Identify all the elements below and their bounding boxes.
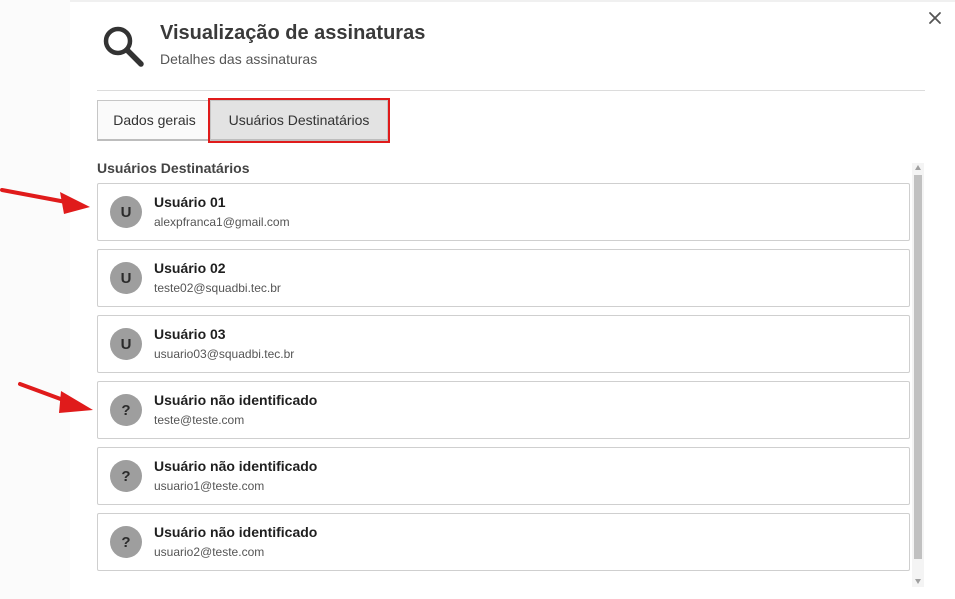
avatar: ? <box>110 394 142 426</box>
recipient-card[interactable]: ? Usuário não identificado usuario2@test… <box>97 513 910 571</box>
recipient-email: teste02@squadbi.tec.br <box>154 281 281 295</box>
avatar: U <box>110 328 142 360</box>
recipient-name: Usuário 01 <box>154 194 226 210</box>
recipient-card[interactable]: ? Usuário não identificado usuario1@test… <box>97 447 910 505</box>
top-strip <box>70 0 955 2</box>
recipient-email: alexpfranca1@gmail.com <box>154 215 290 229</box>
annotation-arrow-icon <box>18 382 93 413</box>
page-backdrop <box>0 0 70 599</box>
scroll-thumb[interactable] <box>914 175 922 559</box>
recipient-name: Usuário não identificado <box>154 524 318 540</box>
recipient-email: usuario2@teste.com <box>154 545 265 559</box>
close-icon <box>929 12 941 24</box>
search-icon <box>100 22 146 68</box>
recipient-name: Usuário 02 <box>154 260 226 276</box>
recipient-name: Usuário não identificado <box>154 392 318 408</box>
annotation-arrow-icon <box>0 188 90 214</box>
dialog-title: Visualização de assinaturas <box>160 22 426 44</box>
avatar: ? <box>110 526 142 558</box>
recipient-name: Usuário não identificado <box>154 458 318 474</box>
recipient-card[interactable]: U Usuário 03 usuario03@squadbi.tec.br <box>97 315 910 373</box>
dialog-subtitle: Detalhes das assinaturas <box>160 51 318 67</box>
close-button[interactable] <box>926 9 944 27</box>
section-label: Usuários Destinatários <box>97 160 250 176</box>
list-scrollbar[interactable] <box>912 163 924 587</box>
avatar: U <box>110 262 142 294</box>
header-divider <box>97 90 925 91</box>
recipient-card[interactable]: U Usuário 01 alexpfranca1@gmail.com <box>97 183 910 241</box>
recipient-name: Usuário 03 <box>154 326 226 342</box>
avatar: ? <box>110 460 142 492</box>
recipient-card[interactable]: U Usuário 02 teste02@squadbi.tec.br <box>97 249 910 307</box>
tab-usuarios-destinatarios[interactable]: Usuários Destinatários <box>208 98 390 143</box>
scroll-down-icon[interactable] <box>915 579 921 584</box>
recipient-email: usuario03@squadbi.tec.br <box>154 347 295 361</box>
scroll-up-icon[interactable] <box>915 165 921 170</box>
tab-dados-gerais[interactable]: Dados gerais <box>97 100 212 141</box>
avatar: U <box>110 196 142 228</box>
recipient-email: teste@teste.com <box>154 413 245 427</box>
recipient-email: usuario1@teste.com <box>154 479 265 493</box>
recipient-card[interactable]: ? Usuário não identificado teste@teste.c… <box>97 381 910 439</box>
